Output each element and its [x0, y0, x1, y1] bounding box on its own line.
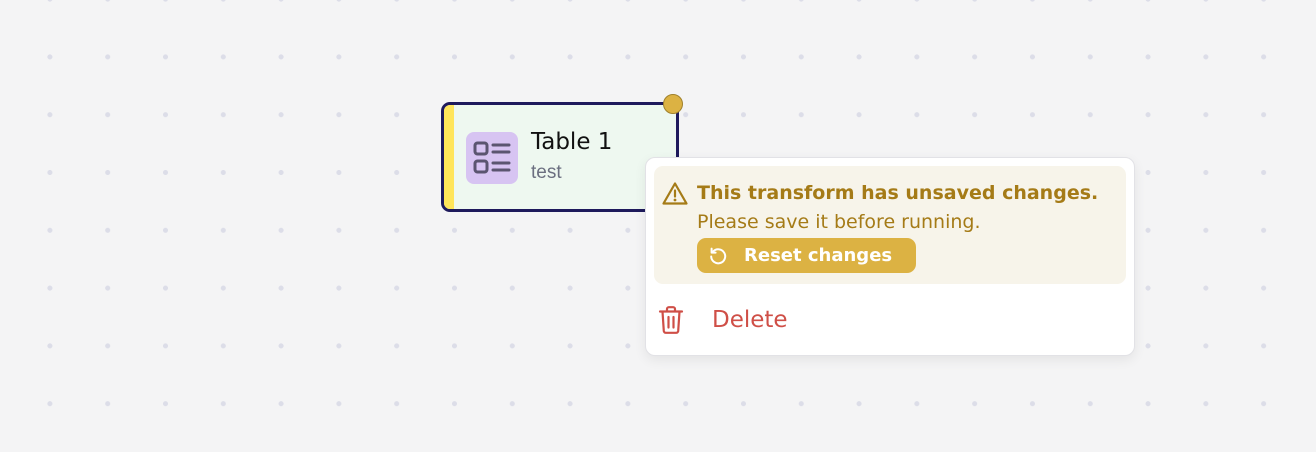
node-icon-container: [466, 132, 518, 184]
node-context-menu: This transform has unsaved changes. Plea…: [645, 157, 1135, 356]
warning-title: This transform has unsaved changes.: [697, 182, 1099, 204]
node-title: Table 1: [531, 129, 613, 155]
transform-node[interactable]: Table 1 test: [441, 102, 679, 212]
node-status-stripe: [444, 105, 454, 209]
warning-message: Please save it before running.: [697, 211, 981, 233]
table-list-icon: [473, 141, 511, 174]
unsaved-status-dot: [663, 94, 683, 114]
unsaved-changes-warning: This transform has unsaved changes. Plea…: [654, 166, 1126, 284]
delete-label: Delete: [712, 307, 788, 333]
warning-triangle-icon: [662, 182, 688, 205]
delete-menu-item[interactable]: Delete: [658, 296, 1118, 344]
reset-changes-label: Reset changes: [744, 245, 893, 266]
reset-icon: [710, 247, 727, 264]
trash-icon: [658, 306, 684, 334]
node-subtitle: test: [531, 162, 562, 183]
reset-changes-button[interactable]: Reset changes: [697, 238, 916, 273]
